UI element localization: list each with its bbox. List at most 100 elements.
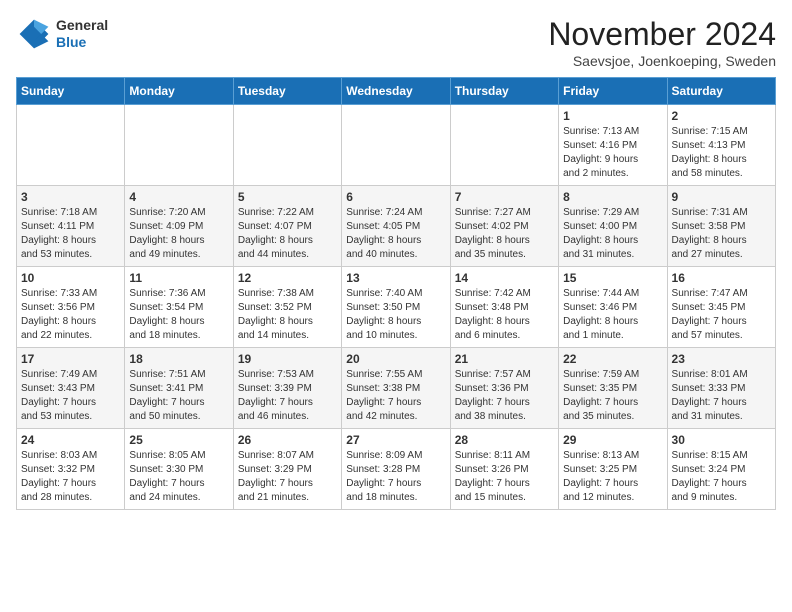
calendar-week-row: 3Sunrise: 7:18 AM Sunset: 4:11 PM Daylig… xyxy=(17,186,776,267)
day-info: Sunrise: 7:47 AM Sunset: 3:45 PM Dayligh… xyxy=(672,287,771,343)
calendar-day-header: Tuesday xyxy=(233,78,341,105)
day-number: 23 xyxy=(672,352,771,366)
calendar-cell: 7 Sunrise: 7:27 AM Sunset: 4:02 PM Daylig… xyxy=(450,186,558,267)
logo-icon xyxy=(16,16,52,52)
calendar-cell xyxy=(17,105,125,186)
day-number: 29 xyxy=(563,433,662,447)
day-info: Sunrise: 7:33 AM Sunset: 3:56 PM Dayligh… xyxy=(21,287,120,343)
calendar-table: SundayMondayTuesdayWednesdayThursdayFrid… xyxy=(16,77,776,510)
day-number: 18 xyxy=(129,352,228,366)
day-number: 11 xyxy=(129,271,228,285)
calendar-cell: 12 Sunrise: 7:38 AM Sunset: 3:52 PM Dayli… xyxy=(233,267,341,348)
calendar-cell: 20 Sunrise: 7:55 AM Sunset: 3:38 PM Dayli… xyxy=(342,348,450,429)
day-number: 22 xyxy=(563,352,662,366)
day-number: 9 xyxy=(672,190,771,204)
day-number: 4 xyxy=(129,190,228,204)
logo: General Blue xyxy=(16,16,108,52)
day-number: 1 xyxy=(563,109,662,123)
calendar-cell: 11 Sunrise: 7:36 AM Sunset: 3:54 PM Dayli… xyxy=(125,267,233,348)
day-info: Sunrise: 8:03 AM Sunset: 3:32 PM Dayligh… xyxy=(21,449,120,505)
calendar-week-row: 10 Sunrise: 7:33 AM Sunset: 3:56 PM Dayli… xyxy=(17,267,776,348)
day-number: 8 xyxy=(563,190,662,204)
calendar-cell: 15 Sunrise: 7:44 AM Sunset: 3:46 PM Dayli… xyxy=(559,267,667,348)
day-info: Sunrise: 7:49 AM Sunset: 3:43 PM Dayligh… xyxy=(21,368,120,424)
day-info: Sunrise: 7:31 AM Sunset: 3:58 PM Dayligh… xyxy=(672,206,771,262)
calendar-cell: 13 Sunrise: 7:40 AM Sunset: 3:50 PM Dayli… xyxy=(342,267,450,348)
calendar-week-row: 17 Sunrise: 7:49 AM Sunset: 3:43 PM Dayli… xyxy=(17,348,776,429)
day-number: 10 xyxy=(21,271,120,285)
day-info: Sunrise: 7:44 AM Sunset: 3:46 PM Dayligh… xyxy=(563,287,662,343)
day-info: Sunrise: 8:15 AM Sunset: 3:24 PM Dayligh… xyxy=(672,449,771,505)
day-number: 24 xyxy=(21,433,120,447)
calendar-cell: 6 Sunrise: 7:24 AM Sunset: 4:05 PM Daylig… xyxy=(342,186,450,267)
title-area: November 2024 Saevsjoe, Joenkoeping, Swe… xyxy=(548,16,776,69)
calendar-cell: 10 Sunrise: 7:33 AM Sunset: 3:56 PM Dayli… xyxy=(17,267,125,348)
day-info: Sunrise: 7:51 AM Sunset: 3:41 PM Dayligh… xyxy=(129,368,228,424)
day-number: 21 xyxy=(455,352,554,366)
day-number: 30 xyxy=(672,433,771,447)
day-info: Sunrise: 8:07 AM Sunset: 3:29 PM Dayligh… xyxy=(238,449,337,505)
day-info: Sunrise: 7:29 AM Sunset: 4:00 PM Dayligh… xyxy=(563,206,662,262)
month-title: November 2024 xyxy=(548,16,776,53)
day-info: Sunrise: 7:36 AM Sunset: 3:54 PM Dayligh… xyxy=(129,287,228,343)
day-number: 13 xyxy=(346,271,445,285)
calendar-day-header: Friday xyxy=(559,78,667,105)
calendar-week-row: 24 Sunrise: 8:03 AM Sunset: 3:32 PM Dayli… xyxy=(17,429,776,510)
calendar-day-header: Sunday xyxy=(17,78,125,105)
calendar-cell: 1Sunrise: 7:13 AM Sunset: 4:16 PM Daylig… xyxy=(559,105,667,186)
day-number: 7 xyxy=(455,190,554,204)
day-info: Sunrise: 7:40 AM Sunset: 3:50 PM Dayligh… xyxy=(346,287,445,343)
day-info: Sunrise: 7:59 AM Sunset: 3:35 PM Dayligh… xyxy=(563,368,662,424)
day-number: 12 xyxy=(238,271,337,285)
day-info: Sunrise: 8:09 AM Sunset: 3:28 PM Dayligh… xyxy=(346,449,445,505)
day-number: 6 xyxy=(346,190,445,204)
day-number: 2 xyxy=(672,109,771,123)
calendar-cell xyxy=(125,105,233,186)
day-info: Sunrise: 7:42 AM Sunset: 3:48 PM Dayligh… xyxy=(455,287,554,343)
day-info: Sunrise: 7:55 AM Sunset: 3:38 PM Dayligh… xyxy=(346,368,445,424)
calendar-day-header: Thursday xyxy=(450,78,558,105)
calendar-cell xyxy=(342,105,450,186)
calendar-cell: 27 Sunrise: 8:09 AM Sunset: 3:28 PM Dayli… xyxy=(342,429,450,510)
calendar-header-row: SundayMondayTuesdayWednesdayThursdayFrid… xyxy=(17,78,776,105)
calendar-cell: 28 Sunrise: 8:11 AM Sunset: 3:26 PM Dayli… xyxy=(450,429,558,510)
day-info: Sunrise: 7:38 AM Sunset: 3:52 PM Dayligh… xyxy=(238,287,337,343)
day-number: 3 xyxy=(21,190,120,204)
calendar-cell: 14 Sunrise: 7:42 AM Sunset: 3:48 PM Dayli… xyxy=(450,267,558,348)
day-number: 14 xyxy=(455,271,554,285)
day-info: Sunrise: 7:22 AM Sunset: 4:07 PM Dayligh… xyxy=(238,206,337,262)
calendar-cell: 30 Sunrise: 8:15 AM Sunset: 3:24 PM Dayli… xyxy=(667,429,775,510)
day-info: Sunrise: 7:20 AM Sunset: 4:09 PM Dayligh… xyxy=(129,206,228,262)
calendar-cell: 18 Sunrise: 7:51 AM Sunset: 3:41 PM Dayli… xyxy=(125,348,233,429)
day-info: Sunrise: 7:15 AM Sunset: 4:13 PM Dayligh… xyxy=(672,125,771,181)
calendar-cell: 9 Sunrise: 7:31 AM Sunset: 3:58 PM Daylig… xyxy=(667,186,775,267)
day-number: 17 xyxy=(21,352,120,366)
calendar-cell: 5Sunrise: 7:22 AM Sunset: 4:07 PM Daylig… xyxy=(233,186,341,267)
logo-text: General Blue xyxy=(56,17,108,51)
day-info: Sunrise: 7:27 AM Sunset: 4:02 PM Dayligh… xyxy=(455,206,554,262)
page-header: General Blue November 2024 Saevsjoe, Joe… xyxy=(16,16,776,69)
day-number: 16 xyxy=(672,271,771,285)
calendar-cell: 26 Sunrise: 8:07 AM Sunset: 3:29 PM Dayli… xyxy=(233,429,341,510)
calendar-cell: 16 Sunrise: 7:47 AM Sunset: 3:45 PM Dayli… xyxy=(667,267,775,348)
day-number: 26 xyxy=(238,433,337,447)
day-info: Sunrise: 7:57 AM Sunset: 3:36 PM Dayligh… xyxy=(455,368,554,424)
calendar-cell: 4 Sunrise: 7:20 AM Sunset: 4:09 PM Daylig… xyxy=(125,186,233,267)
calendar-cell: 25Sunrise: 8:05 AM Sunset: 3:30 PM Dayli… xyxy=(125,429,233,510)
day-number: 28 xyxy=(455,433,554,447)
calendar-day-header: Saturday xyxy=(667,78,775,105)
day-number: 15 xyxy=(563,271,662,285)
day-number: 27 xyxy=(346,433,445,447)
calendar-cell: 23 Sunrise: 8:01 AM Sunset: 3:33 PM Dayli… xyxy=(667,348,775,429)
calendar-cell: 8 Sunrise: 7:29 AM Sunset: 4:00 PM Daylig… xyxy=(559,186,667,267)
day-number: 20 xyxy=(346,352,445,366)
calendar-cell: 2 Sunrise: 7:15 AM Sunset: 4:13 PM Daylig… xyxy=(667,105,775,186)
day-info: Sunrise: 8:01 AM Sunset: 3:33 PM Dayligh… xyxy=(672,368,771,424)
calendar-cell: 22 Sunrise: 7:59 AM Sunset: 3:35 PM Dayli… xyxy=(559,348,667,429)
day-number: 25 xyxy=(129,433,228,447)
calendar-cell: 21 Sunrise: 7:57 AM Sunset: 3:36 PM Dayli… xyxy=(450,348,558,429)
day-info: Sunrise: 7:24 AM Sunset: 4:05 PM Dayligh… xyxy=(346,206,445,262)
calendar-day-header: Wednesday xyxy=(342,78,450,105)
calendar-week-row: 1Sunrise: 7:13 AM Sunset: 4:16 PM Daylig… xyxy=(17,105,776,186)
day-info: Sunrise: 8:11 AM Sunset: 3:26 PM Dayligh… xyxy=(455,449,554,505)
